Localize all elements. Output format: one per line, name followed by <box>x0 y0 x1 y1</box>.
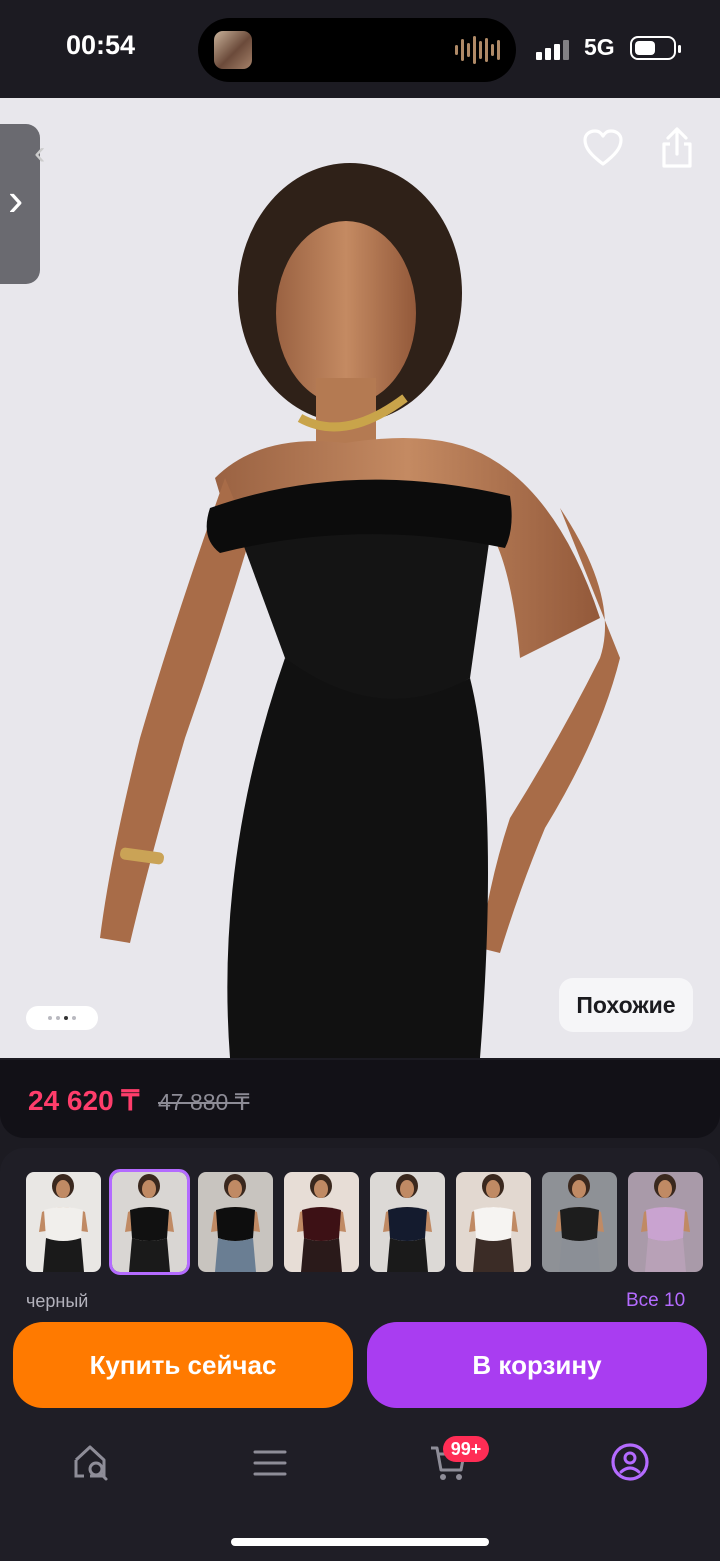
gallery-dot <box>72 1016 76 1020</box>
variant-thumbnail[interactable] <box>370 1172 445 1272</box>
selected-color-label: черный <box>26 1291 89 1311</box>
current-price: 24 620 ₸ <box>28 1085 140 1116</box>
home-search-icon[interactable] <box>72 1442 112 1482</box>
back-icon[interactable]: ‹ <box>34 134 45 173</box>
product-image[interactable] <box>0 98 720 1058</box>
cart-count-badge: 99+ <box>443 1436 489 1462</box>
add-to-cart-button[interactable]: В корзину <box>367 1322 707 1408</box>
status-bar: 00:54 5G <box>0 0 720 98</box>
product-photo <box>0 98 720 1058</box>
variant-thumbnail[interactable] <box>456 1172 531 1272</box>
share-icon[interactable] <box>658 126 696 170</box>
variant-thumbnail[interactable] <box>26 1172 101 1272</box>
variant-thumbnails <box>26 1169 703 1275</box>
variant-thumbnail[interactable] <box>628 1172 703 1272</box>
favorite-heart-icon[interactable] <box>582 128 624 168</box>
home-indicator <box>231 1538 489 1546</box>
battery-icon <box>630 36 681 60</box>
chevron-right-icon: › <box>8 173 24 225</box>
network-type: 5G <box>584 34 615 60</box>
audio-waveform-icon <box>455 36 500 64</box>
variant-thumbnail[interactable] <box>542 1172 617 1272</box>
variant-thumbnail[interactable] <box>284 1172 359 1272</box>
gallery-dot <box>64 1016 68 1020</box>
catalog-menu-icon[interactable] <box>252 1442 288 1482</box>
gallery-pagination-dots <box>26 1006 98 1030</box>
similar-products-button[interactable]: Похожие <box>559 978 693 1032</box>
gallery-dot <box>56 1016 60 1020</box>
variant-thumbnail[interactable] <box>109 1169 190 1275</box>
buy-now-button[interactable]: Купить сейчас <box>13 1322 353 1408</box>
gallery-dot <box>48 1016 52 1020</box>
variant-thumbnail[interactable] <box>198 1172 273 1272</box>
all-variants-link[interactable]: Все 10 <box>626 1290 685 1312</box>
status-time: 00:54 <box>66 30 136 60</box>
now-playing-artwork <box>214 31 252 69</box>
old-price: 47 880 ₸ <box>158 1089 250 1115</box>
profile-icon[interactable] <box>610 1442 650 1482</box>
dynamic-island[interactable] <box>198 18 516 82</box>
signal-icon <box>536 38 569 60</box>
battery-level <box>635 41 655 55</box>
